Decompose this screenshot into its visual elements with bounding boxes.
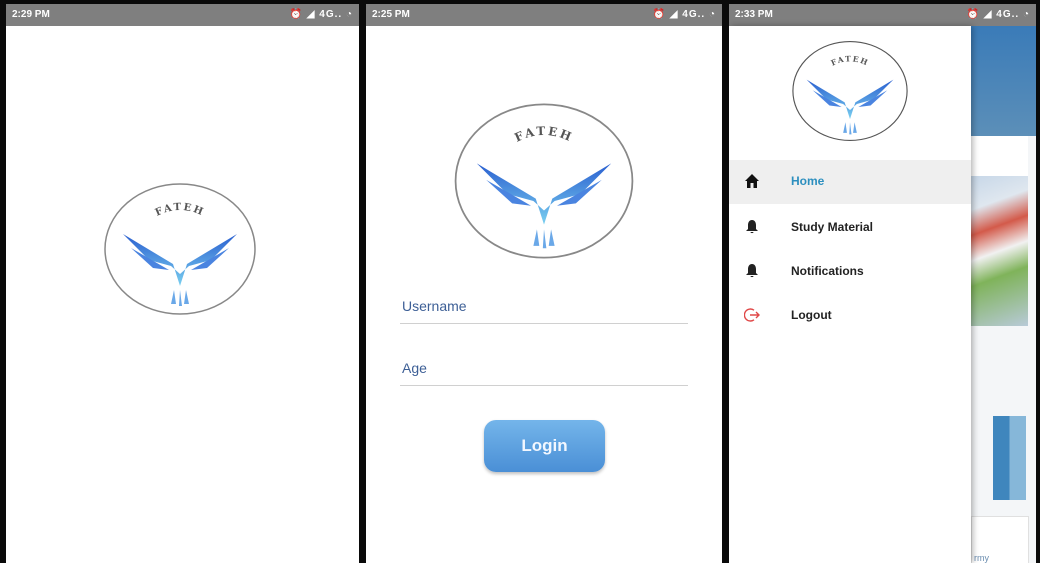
status-icons: ⏰ ◢ 4G.. ◔ bbox=[966, 9, 1030, 20]
background-chart bbox=[993, 416, 1026, 500]
home-icon bbox=[743, 172, 761, 190]
menu-item-label: Logout bbox=[791, 308, 832, 322]
username-label: Username bbox=[402, 298, 467, 314]
menu-item-study-material[interactable]: Study Material bbox=[729, 206, 971, 250]
splash-screen: 2:29 PM ⏰ ◢ 4G.. ◔ FATEH bbox=[6, 4, 359, 563]
logout-icon bbox=[743, 306, 761, 324]
background-header bbox=[971, 26, 1036, 136]
status-icons: ⏰ ◢ 4G.. ◔ bbox=[289, 9, 353, 20]
menu-item-label: Home bbox=[791, 174, 825, 188]
background-content: rmy bbox=[971, 26, 1036, 563]
background-tile: rmy bbox=[971, 516, 1029, 563]
fateh-logo: FATEH bbox=[103, 182, 257, 316]
status-time: 2:29 PM bbox=[12, 9, 50, 20]
menu-item-logout[interactable]: Logout bbox=[729, 294, 971, 338]
fateh-logo: FATEH bbox=[791, 40, 909, 142]
status-time: 2:33 PM bbox=[735, 9, 773, 20]
fateh-logo: FATEH bbox=[452, 102, 636, 260]
status-icons: ⏰ ◢ 4G.. ◔ bbox=[652, 9, 716, 20]
login-button[interactable]: Login bbox=[484, 420, 605, 472]
bell-icon bbox=[743, 262, 761, 280]
login-screen: 2:25 PM ⏰ ◢ 4G.. ◔ FATEH Username Age Lo… bbox=[366, 4, 722, 563]
username-field[interactable]: Username bbox=[400, 294, 688, 324]
navigation-drawer: FATEH Home Study Material Notifications … bbox=[729, 26, 971, 563]
drawer-screen: 2:33 PM ⏰ ◢ 4G.. ◔ rmy FATEH Home Study … bbox=[729, 4, 1036, 563]
status-bar: 2:33 PM ⏰ ◢ 4G.. ◔ bbox=[729, 4, 1036, 26]
background-photo bbox=[971, 176, 1028, 326]
menu-item-home[interactable]: Home bbox=[729, 160, 971, 204]
menu-item-label: Notifications bbox=[791, 264, 864, 278]
menu-item-label: Study Material bbox=[791, 220, 874, 234]
menu-item-notifications[interactable]: Notifications bbox=[729, 250, 971, 294]
status-bar: 2:29 PM ⏰ ◢ 4G.. ◔ bbox=[6, 4, 359, 26]
background-tile-label: rmy bbox=[974, 553, 989, 563]
bell-icon bbox=[743, 218, 761, 236]
age-label: Age bbox=[402, 360, 427, 376]
age-field[interactable]: Age bbox=[400, 356, 688, 386]
status-bar: 2:25 PM ⏰ ◢ 4G.. ◔ bbox=[366, 4, 722, 26]
status-time: 2:25 PM bbox=[372, 9, 410, 20]
